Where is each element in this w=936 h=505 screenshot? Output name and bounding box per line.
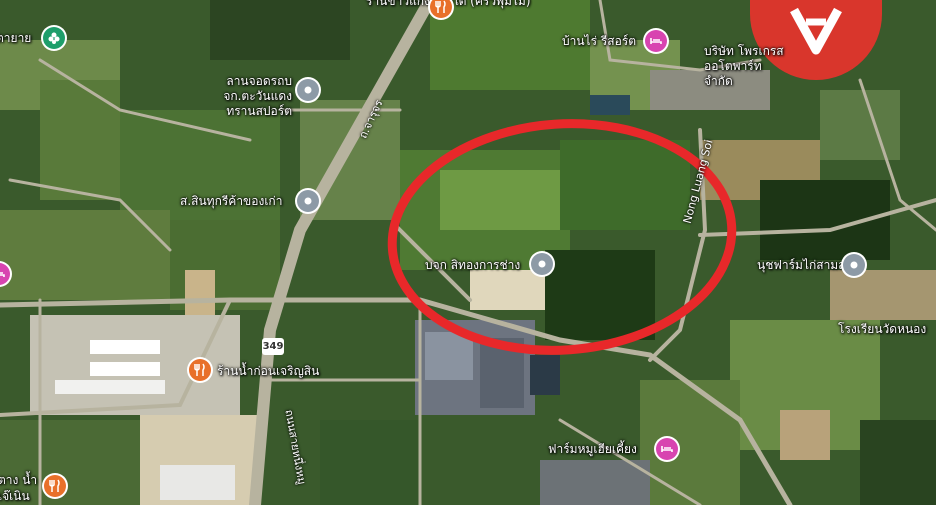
place-label[interactable]: ร้านน้ำก่อนเจริญสิน [217, 364, 319, 379]
place-label[interactable]: ตาง น้ำ [0, 473, 37, 488]
restaurant-pin[interactable] [44, 475, 66, 497]
bed-icon [661, 446, 673, 452]
location-dot-icon [538, 260, 546, 268]
restaurant-icon [49, 479, 60, 492]
place-label[interactable]: ส.สินทุกรีค้าของเก่า [180, 194, 282, 209]
poi-pin[interactable] [297, 190, 319, 212]
poi-pin[interactable] [843, 254, 865, 276]
place-label[interactable]: บจก สิทองการช่าง [425, 258, 520, 273]
place-label[interactable]: บริษัท โพรเกรส ออโตพาร์ท จำกัด [704, 44, 794, 89]
location-dot-icon [304, 197, 312, 205]
place-label[interactable]: ฟาร์มหมูเฮียเคี้ยง [548, 442, 637, 457]
place-label[interactable]: โรงเรียนวัดหนอง [838, 322, 926, 337]
poi-pin[interactable] [531, 253, 553, 275]
flower-icon [48, 32, 60, 44]
lodging-pin[interactable] [656, 438, 678, 460]
poi-pin[interactable] [297, 79, 319, 101]
restaurant-icon [435, 0, 446, 13]
park-pin[interactable] [43, 27, 65, 49]
place-label[interactable]: ลานจอดรถบจก.ตะวันแดง ทรานสปอร์ต [196, 74, 292, 119]
lodging-pin[interactable] [645, 30, 667, 52]
satellite-map[interactable]: 349 ถ.จารุจร Nong Luang Soi ถนนสายหนึ่งห… [0, 0, 936, 505]
restaurant-pin[interactable] [189, 359, 211, 381]
location-dot-icon [850, 261, 858, 269]
place-label[interactable]: บ้านไร่ รีสอร์ต [562, 34, 636, 49]
route-349-shield: 349 [262, 338, 284, 355]
location-dot-icon [304, 86, 312, 94]
place-label[interactable]: เจ๊เนิน [0, 489, 30, 504]
place-label[interactable]: ตายาย [0, 31, 31, 46]
bed-icon [650, 38, 662, 44]
bed-icon [0, 272, 5, 277]
restaurant-icon [194, 363, 205, 376]
